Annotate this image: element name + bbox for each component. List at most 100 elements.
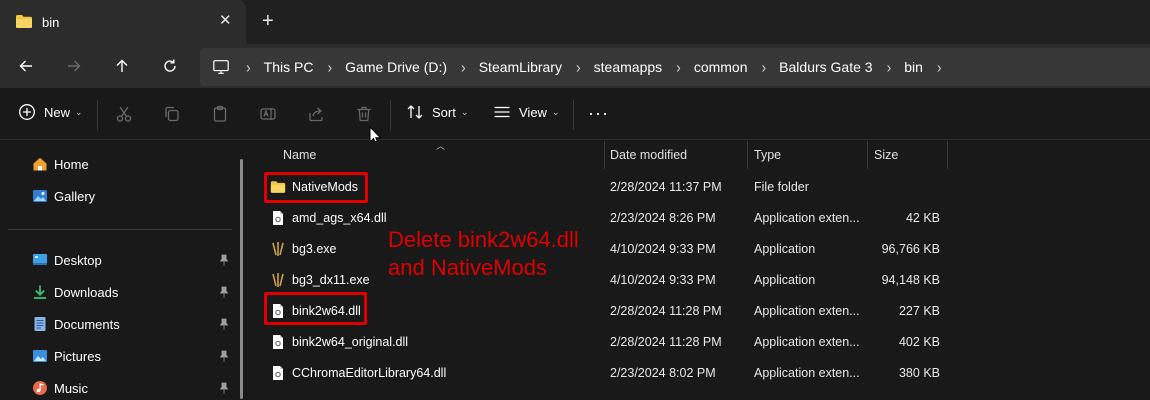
file-type: Application exten... bbox=[754, 365, 860, 380]
up-button[interactable] bbox=[108, 53, 136, 79]
column-header-date[interactable]: Date modified bbox=[610, 141, 687, 169]
file-row-bg3-dx11-exe[interactable]: bg3_dx11.exe 4/10/2024 9:33 PM Applicati… bbox=[252, 264, 1150, 295]
sidebar-scrollbar[interactable] bbox=[240, 159, 243, 399]
command-toolbar: New ⌄ Sort ⌄ View ⌄ ··· bbox=[0, 88, 1150, 140]
file-row-amd-ags[interactable]: amd_ags_x64.dll 2/23/2024 8:26 PM Applic… bbox=[252, 202, 1150, 233]
file-size: 96,766 KB bbox=[881, 241, 940, 256]
paste-button[interactable] bbox=[210, 104, 230, 124]
breadcrumb-separator[interactable]: › bbox=[461, 58, 466, 76]
file-row-cchroma[interactable]: CChromaEditorLibrary64.dll 2/23/2024 8:0… bbox=[252, 357, 1150, 388]
new-tab-button[interactable]: + bbox=[262, 11, 274, 31]
annotation-text: Delete bink2w64.dll and NativeMods bbox=[388, 226, 579, 282]
share-icon bbox=[309, 107, 323, 122]
column-header-name[interactable]: Name bbox=[283, 141, 316, 169]
sidebar-item-pictures[interactable]: Pictures bbox=[32, 345, 101, 367]
navigation-pane: Home Gallery Desktop Downloads Documents… bbox=[0, 141, 252, 400]
file-type: File folder bbox=[754, 179, 809, 194]
share-button[interactable] bbox=[306, 104, 326, 124]
breadcrumb-separator[interactable]: › bbox=[327, 58, 332, 76]
file-name: bink2w64_original.dll bbox=[292, 334, 409, 349]
sort-button[interactable]: Sort ⌄ bbox=[406, 103, 468, 121]
new-button[interactable]: New ⌄ bbox=[18, 103, 83, 121]
file-row-bink2w64[interactable]: bink2w64.dll 2/28/2024 11:28 PM Applicat… bbox=[252, 295, 1150, 326]
column-divider[interactable] bbox=[604, 141, 605, 169]
column-divider[interactable] bbox=[747, 141, 748, 169]
file-row-bink2w64-original[interactable]: bink2w64_original.dll 2/28/2024 11:28 PM… bbox=[252, 326, 1150, 357]
documents-icon bbox=[32, 316, 48, 332]
dll-file-icon bbox=[270, 365, 286, 381]
sidebar-item-label: Desktop bbox=[54, 252, 102, 268]
forward-arrow-icon bbox=[68, 60, 81, 72]
file-date: 2/28/2024 11:28 PM bbox=[610, 303, 722, 318]
breadcrumb-bin[interactable]: bin bbox=[904, 59, 923, 75]
sidebar-item-gallery[interactable]: Gallery bbox=[32, 185, 95, 207]
pin-icon[interactable] bbox=[219, 350, 229, 362]
breadcrumb-steamlibrary[interactable]: SteamLibrary bbox=[479, 59, 562, 75]
breadcrumb-steamapps[interactable]: steamapps bbox=[594, 59, 662, 75]
column-header-type[interactable]: Type bbox=[754, 141, 781, 169]
column-header-size[interactable]: Size bbox=[874, 141, 898, 169]
chevron-down-icon: ⌄ bbox=[75, 107, 83, 117]
downloads-icon bbox=[32, 284, 48, 300]
gallery-icon bbox=[32, 188, 48, 204]
breadcrumb-separator[interactable]: › bbox=[937, 58, 942, 76]
delete-button[interactable] bbox=[354, 104, 374, 124]
forward-button[interactable] bbox=[60, 53, 88, 79]
file-type: Application bbox=[754, 241, 816, 256]
new-label: New bbox=[44, 104, 71, 120]
copy-button[interactable] bbox=[162, 104, 182, 124]
sort-label: Sort bbox=[432, 104, 456, 120]
tab-bin[interactable]: bin ✕ bbox=[0, 0, 246, 44]
file-row-bg3-exe[interactable]: bg3.exe 4/10/2024 9:33 PM Application 96… bbox=[252, 233, 1150, 264]
breadcrumb-separator[interactable]: › bbox=[246, 58, 251, 76]
more-options-button[interactable]: ··· bbox=[588, 104, 609, 122]
sidebar-item-downloads[interactable]: Downloads bbox=[32, 281, 118, 303]
this-pc-icon[interactable] bbox=[212, 57, 232, 77]
sidebar-item-documents[interactable]: Documents bbox=[32, 313, 120, 335]
sidebar-item-home[interactable]: Home bbox=[32, 153, 89, 175]
highlight-box-bink2w64 bbox=[264, 292, 367, 325]
breadcrumb-baldurs-gate-3[interactable]: Baldurs Gate 3 bbox=[779, 59, 872, 75]
sidebar-item-label: Gallery bbox=[54, 188, 96, 204]
pin-icon[interactable] bbox=[219, 254, 229, 266]
annotation-line-2: and NativeMods bbox=[388, 255, 547, 280]
close-tab-icon[interactable]: ✕ bbox=[219, 13, 232, 29]
view-button[interactable]: View ⌄ bbox=[493, 103, 560, 121]
breadcrumb-separator[interactable]: › bbox=[576, 58, 581, 76]
pin-icon[interactable] bbox=[219, 318, 229, 330]
dll-file-icon bbox=[270, 210, 286, 226]
cut-button[interactable] bbox=[114, 104, 134, 124]
sidebar-item-label: Pictures bbox=[54, 348, 101, 364]
chevron-down-icon: ⌄ bbox=[551, 107, 560, 117]
breadcrumb-separator[interactable]: › bbox=[887, 58, 892, 76]
breadcrumb-separator[interactable]: › bbox=[762, 58, 767, 76]
breadcrumb-this-pc[interactable]: This PC bbox=[264, 59, 314, 75]
back-button[interactable] bbox=[12, 53, 40, 79]
file-row-nativemods[interactable]: NativeMods 2/28/2024 11:37 PM File folde… bbox=[252, 171, 1150, 202]
pin-icon[interactable] bbox=[219, 286, 229, 298]
address-bar[interactable]: › This PC › Game Drive (D:) › SteamLibra… bbox=[200, 48, 1150, 86]
toolbar-divider bbox=[97, 100, 98, 130]
sidebar-item-label: Music bbox=[54, 380, 88, 396]
file-name: CChromaEditorLibrary64.dll bbox=[292, 365, 447, 380]
rename-button[interactable] bbox=[258, 104, 278, 124]
breadcrumb-game-drive[interactable]: Game Drive (D:) bbox=[345, 59, 447, 75]
pin-icon[interactable] bbox=[219, 382, 229, 394]
column-divider[interactable] bbox=[947, 141, 948, 169]
list-view-icon bbox=[494, 106, 510, 118]
home-icon bbox=[32, 156, 48, 172]
annotation-line-1: Delete bink2w64.dll bbox=[388, 227, 579, 252]
column-divider[interactable] bbox=[867, 141, 868, 169]
sidebar-item-music[interactable]: Music bbox=[32, 377, 88, 399]
file-name: amd_ags_x64.dll bbox=[292, 210, 387, 225]
copy-icon bbox=[165, 106, 179, 122]
tab-title: bin bbox=[42, 15, 60, 30]
breadcrumb-separator[interactable]: › bbox=[676, 58, 681, 76]
sidebar-item-desktop[interactable]: Desktop bbox=[32, 249, 102, 271]
breadcrumb: › This PC › Game Drive (D:) › SteamLibra… bbox=[200, 48, 955, 86]
breadcrumb-common[interactable]: common bbox=[694, 59, 748, 75]
file-size: 402 KB bbox=[898, 334, 940, 349]
refresh-button[interactable] bbox=[156, 53, 184, 79]
file-date: 4/10/2024 9:33 PM bbox=[610, 241, 716, 256]
sort-icon bbox=[407, 105, 423, 119]
